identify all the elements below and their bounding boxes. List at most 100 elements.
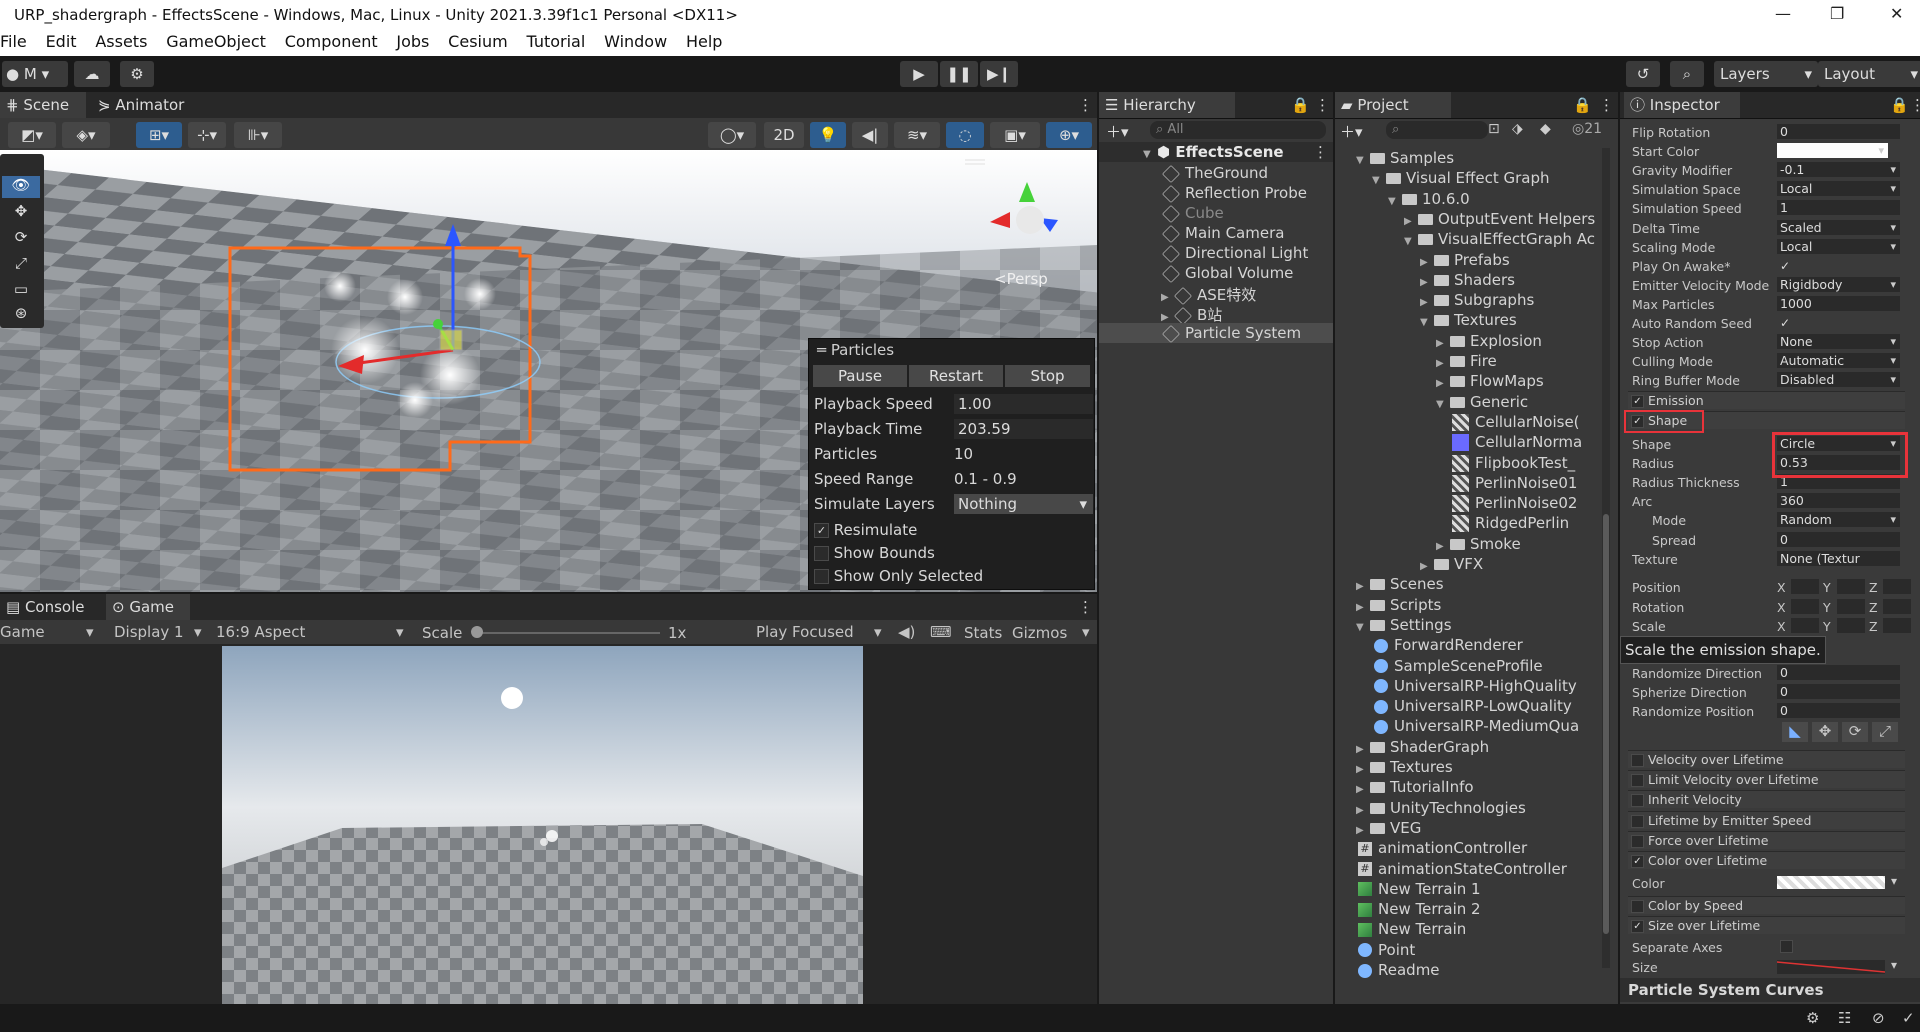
snap-increment-button[interactable]: ⊹▾ [188,122,226,148]
module-checkbox[interactable] [1631,754,1644,767]
inspector-field-value[interactable]: -0.1 [1777,162,1900,178]
project-item[interactable]: New Terrain 1 [1356,880,1600,898]
search-by-type-icon[interactable]: ⊡ [1488,121,1500,137]
inspector-field-value[interactable]: None [1777,334,1900,350]
debug-icon[interactable]: ⊘ [1872,1009,1885,1027]
lighting-toggle-icon[interactable]: 💡 [810,122,846,148]
separate-axes-checkbox[interactable] [1780,940,1793,953]
chevron-down-icon[interactable]: ▾ [1082,623,1090,641]
project-item[interactable]: UniversalRP-MediumQua [1372,717,1600,735]
hierarchy-item[interactable]: Cube [1161,204,1224,223]
project-scrollbar-thumb[interactable] [1603,514,1609,934]
pause-button[interactable]: ❚❚ [940,61,978,87]
inspector-checkbox[interactable]: ✓ [1780,316,1790,330]
more-menu-icon[interactable]: ⋮ [1313,143,1328,161]
project-item[interactable]: UniversalRP-LowQuality [1372,697,1600,715]
project-item[interactable]: # animationController [1356,839,1600,857]
module-checkbox[interactable] [1631,774,1644,788]
inspector-field-value[interactable]: 1000 [1777,295,1900,311]
more-menu-icon[interactable]: ⋮ [1904,92,1920,118]
tab-scene[interactable]: ⋕ Scene [0,92,86,118]
project-item[interactable]: ▶ OutputEvent Helpers [1404,210,1600,228]
collab-settings-icon[interactable]: ⚙ [120,61,154,87]
project-item[interactable]: Readme [1356,961,1600,979]
simulate-layers-dropdown[interactable]: Nothing ▾ [954,494,1093,514]
project-item[interactable]: New Terrain 2 [1356,900,1600,918]
project-search-input[interactable]: ⌕ [1386,121,1488,139]
project-item[interactable]: ▶ FlowMaps [1436,372,1600,390]
show-only-selected-checkbox[interactable] [814,569,829,584]
randomize-value-field[interactable]: 0 [1777,665,1900,680]
module-header[interactable]: Velocity over Lifetime [1628,750,1905,768]
module-checkbox[interactable] [1631,900,1644,913]
project-item[interactable]: Point [1356,941,1600,959]
project-item[interactable]: PerlinNoise01 [1452,474,1600,492]
tab-animator[interactable]: ⋟ Animator [92,92,198,118]
project-item[interactable]: ▶ Shaders [1420,271,1600,289]
expand-arrow-icon[interactable]: ▶ [1356,784,1370,795]
expand-arrow-icon[interactable]: ▶ [1356,581,1370,592]
playback-time-field[interactable]: 203.59 [954,419,1093,439]
cloud-icon[interactable]: ☁ [74,61,110,87]
play-focused-dropdown[interactable]: Play Focused ▾ [756,623,888,641]
module-header[interactable]: Inherit Velocity [1628,790,1905,809]
project-create-button[interactable]: ＋▾ [1340,121,1363,142]
project-item[interactable]: ▶ Subgraphs [1420,291,1600,309]
menu-help[interactable]: Help [686,30,722,54]
rotate-tool-icon[interactable]: ⟳ [2,228,40,250]
expand-arrow-icon[interactable]: ▶ [1356,805,1370,816]
hidden-objects-icon[interactable]: ◌ [946,122,984,148]
project-item[interactable]: ▶ Fire [1436,352,1600,370]
sync-status-icon[interactable]: ✓ [1902,1009,1915,1027]
playback-speed-field[interactable]: 1.00 [954,394,1093,414]
camera-orbit-dropdown[interactable]: ◯▾ [708,122,756,148]
emission-module-header[interactable]: ✓ Emission [1628,391,1905,409]
menu-file[interactable]: File [0,30,27,54]
axis-value-field[interactable] [1837,598,1865,614]
tab-console[interactable]: ▤ Console [0,594,102,620]
project-item[interactable]: RidgedPerlin [1452,514,1600,533]
project-item[interactable]: ▶ Explosion [1436,332,1600,350]
expand-arrow-icon[interactable]: ▶ [1420,297,1434,308]
scale-shape-icon[interactable]: ⤢ [1872,722,1898,742]
expand-arrow-icon[interactable]: ▶ [1436,378,1450,389]
project-item[interactable]: ▶ VFX [1420,555,1600,573]
expand-arrow-icon[interactable]: ▶ [1436,358,1450,369]
cache-server-icon[interactable]: ☷ [1838,1009,1851,1027]
hierarchy-item[interactable]: Global Volume [1161,264,1293,283]
inspector-field-value[interactable]: 360 [1777,493,1900,509]
axis-value-field[interactable] [1791,618,1819,633]
restart-particles-button[interactable]: Restart [909,365,1003,387]
create-button[interactable]: ＋▾ [1106,121,1129,142]
inspector-field-value[interactable]: Local [1777,181,1900,197]
draw-mode-dropdown[interactable]: ◩▾ [8,122,56,148]
progress-icon[interactable]: ⚙ [1806,1009,1819,1027]
scale-slider-handle[interactable] [471,626,483,638]
module-checkbox[interactable]: ✓ [1631,920,1644,934]
move-shape-icon[interactable]: ✥ [1812,722,1838,742]
module-checkbox[interactable] [1631,834,1644,848]
rotate-shape-icon[interactable]: ⟳ [1842,722,1868,742]
axis-value-field[interactable] [1883,579,1911,594]
project-item[interactable]: New Terrain [1356,920,1600,938]
hierarchy-item[interactable]: Particle System [1161,324,1301,343]
search-by-label-icon[interactable]: ⬗ [1512,121,1523,137]
persp-label[interactable]: <Persp [994,270,1048,288]
menu-edit[interactable]: Edit [46,30,77,54]
hierarchy-item[interactable]: ▶ B站 [1161,304,1222,325]
axis-value-field[interactable] [1791,579,1819,594]
chevron-down-icon[interactable]: ▾ [1891,958,1897,972]
search-icon[interactable]: ⌕ [1670,61,1704,87]
menu-window[interactable]: Window [604,30,667,54]
tab-project[interactable]: ▰ Project [1335,92,1451,118]
menu-tutorial[interactable]: Tutorial [526,30,585,54]
aspect-dropdown[interactable]: 16:9 Aspect ▾ [216,623,412,641]
expand-arrow-icon[interactable]: ▼ [1372,175,1386,186]
inspector-checkbox[interactable]: ✓ [1780,259,1790,273]
game-viewport[interactable] [222,646,863,1004]
layers-dropdown[interactable]: Layers ▾ [1714,61,1818,87]
module-checkbox[interactable] [1631,814,1644,828]
more-menu-icon[interactable]: ⋮ [1072,92,1093,118]
project-item[interactable]: ▶ UnityTechnologies [1356,799,1600,817]
more-menu-icon[interactable]: ⋮ [1309,92,1330,118]
